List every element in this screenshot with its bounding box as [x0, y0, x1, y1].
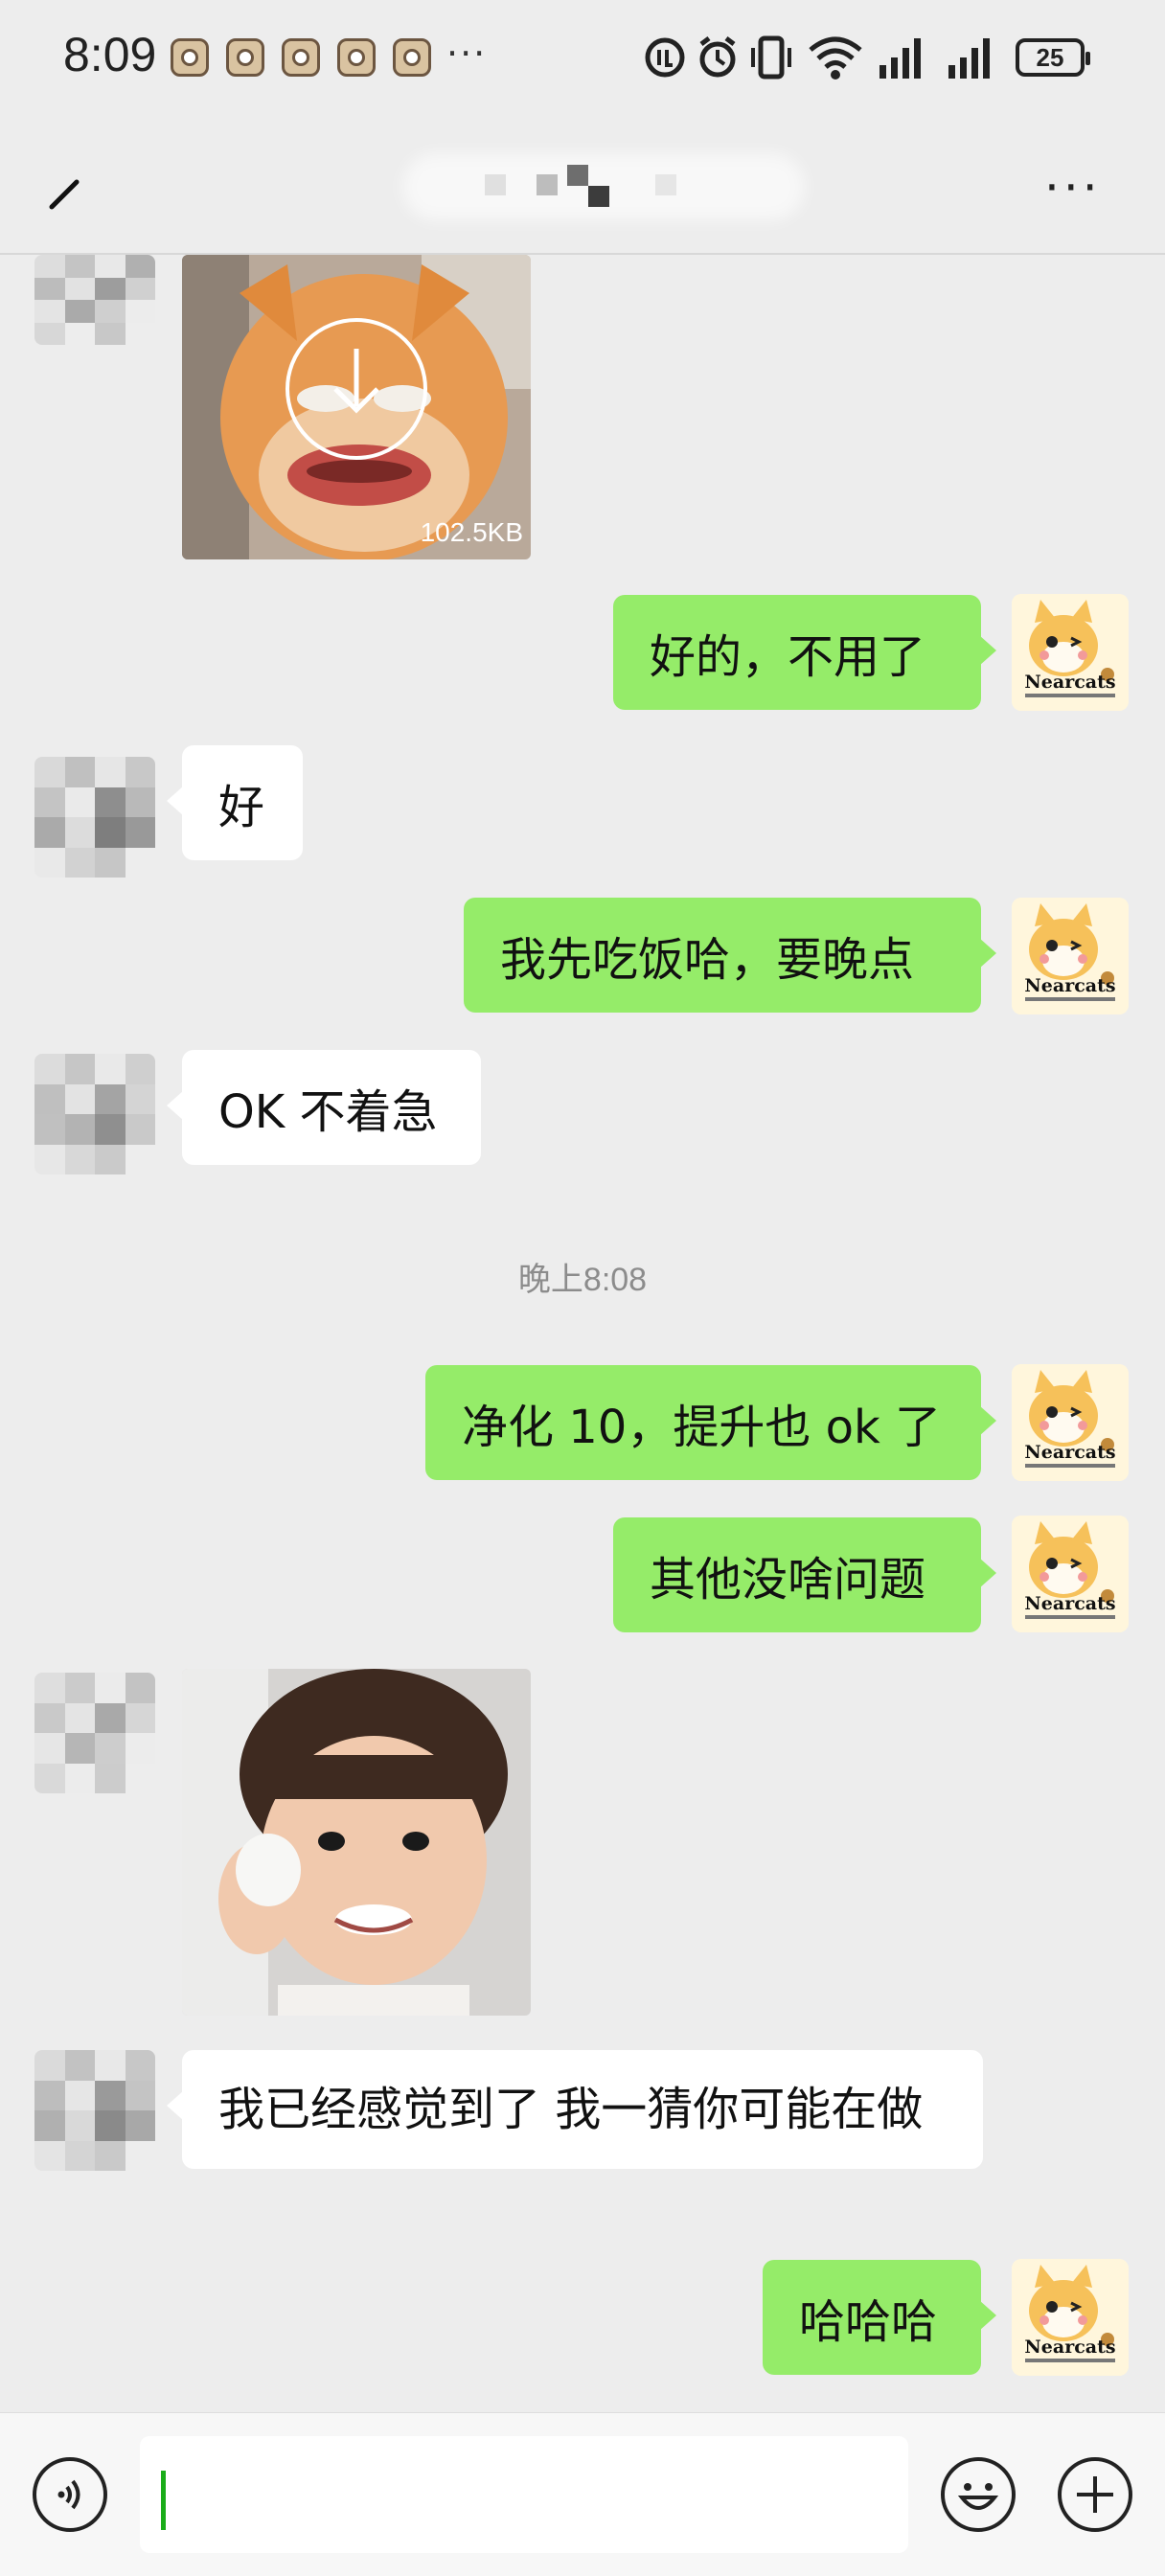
voice-button[interactable] — [33, 2457, 107, 2532]
contact-avatar[interactable] — [34, 255, 155, 345]
plus-icon — [1077, 2476, 1113, 2513]
cat-meme-image — [182, 255, 531, 559]
contact-avatar[interactable] — [34, 1673, 155, 1793]
vibrate-icon — [751, 35, 791, 80]
chat-header: ··· — [0, 115, 1165, 254]
status-bar: 8:09 ··· 25 — [0, 0, 1165, 115]
plus-button[interactable] — [1058, 2457, 1132, 2532]
file-size-label: 102.5KB — [420, 517, 523, 547]
status-time: 8:09 — [63, 28, 157, 81]
my-avatar[interactable]: Nearcats — [1012, 1516, 1129, 1632]
notification-app-icon — [282, 38, 320, 77]
my-message-bubble[interactable]: 其他没啥问题 — [613, 1517, 996, 1632]
nearcats-logo: Nearcats — [1012, 2259, 1129, 2376]
more-icon[interactable]: ··· — [1044, 164, 1102, 212]
header-divider — [0, 253, 1165, 255]
message-input[interactable] — [140, 2436, 908, 2553]
notification-app-icon — [393, 38, 431, 77]
redaction-tile — [588, 186, 609, 207]
my-message-bubble[interactable]: 净化 10，提升也 ok 了 — [425, 1365, 996, 1480]
message-timestamp: 晚上8:08 — [517, 1262, 648, 1298]
contact-avatar[interactable] — [34, 757, 155, 878]
notification-app-icon — [171, 38, 209, 77]
my-avatar[interactable]: Nearcats — [1012, 898, 1129, 1014]
contact-message-bubble[interactable]: 好 — [167, 745, 303, 860]
wifi-icon — [809, 36, 862, 80]
more-notifications-icon: ··· — [446, 33, 488, 75]
redaction-tile — [567, 165, 588, 186]
redaction-tile — [655, 174, 676, 195]
emoji-button[interactable] — [941, 2457, 1016, 2532]
svg-text:Nearcats: Nearcats — [1024, 975, 1115, 996]
redaction-tile — [485, 174, 506, 195]
svg-text:Nearcats: Nearcats — [1024, 1442, 1115, 1463]
contact-avatar[interactable] — [34, 1054, 155, 1174]
signal-icon — [948, 38, 990, 79]
text-caret — [161, 2471, 166, 2530]
contact-avatar[interactable] — [34, 2050, 155, 2171]
svg-text:Nearcats: Nearcats — [1024, 2337, 1115, 2358]
child-meme-image — [182, 1669, 531, 2016]
notification-app-icon — [226, 38, 264, 77]
svg-text:Nearcats: Nearcats — [1024, 1593, 1115, 1614]
emoji-icon — [957, 2483, 999, 2510]
image-message[interactable] — [182, 1669, 531, 2016]
nearcats-logo: Nearcats — [1012, 594, 1129, 711]
notification-app-icon — [337, 38, 376, 77]
input-bar — [0, 2412, 1165, 2576]
my-avatar[interactable]: Nearcats — [1012, 594, 1129, 711]
my-message-bubble[interactable]: 哈哈哈 — [763, 2260, 996, 2375]
nearcats-logo: Nearcats — [1012, 898, 1129, 1014]
back-arrow-icon[interactable] — [44, 157, 92, 215]
voice-icon — [57, 2479, 80, 2510]
my-avatar[interactable]: Nearcats — [1012, 1364, 1129, 1481]
my-message-bubble[interactable]: 好的，不用了 — [613, 595, 996, 710]
image-message[interactable]: 102.5KB — [182, 255, 531, 559]
battery-indicator: 25 — [1016, 38, 1090, 77]
contact-message-bubble[interactable]: 我已经感觉到了 我一猜你可能在做 — [167, 2050, 983, 2169]
contact-message-bubble[interactable]: OK 不着急 — [167, 1050, 481, 1165]
redaction-tile — [537, 174, 558, 195]
svg-text:Nearcats: Nearcats — [1024, 672, 1115, 693]
alarm-icon — [699, 36, 736, 78]
my-avatar[interactable]: Nearcats — [1012, 2259, 1129, 2376]
my-message-bubble[interactable]: 我先吃饭哈，要晚点 — [464, 898, 996, 1013]
nearcats-logo: Nearcats — [1012, 1516, 1129, 1632]
signal-icon — [879, 38, 921, 79]
volte-icon — [645, 37, 685, 78]
nearcats-logo: Nearcats — [1012, 1364, 1129, 1481]
